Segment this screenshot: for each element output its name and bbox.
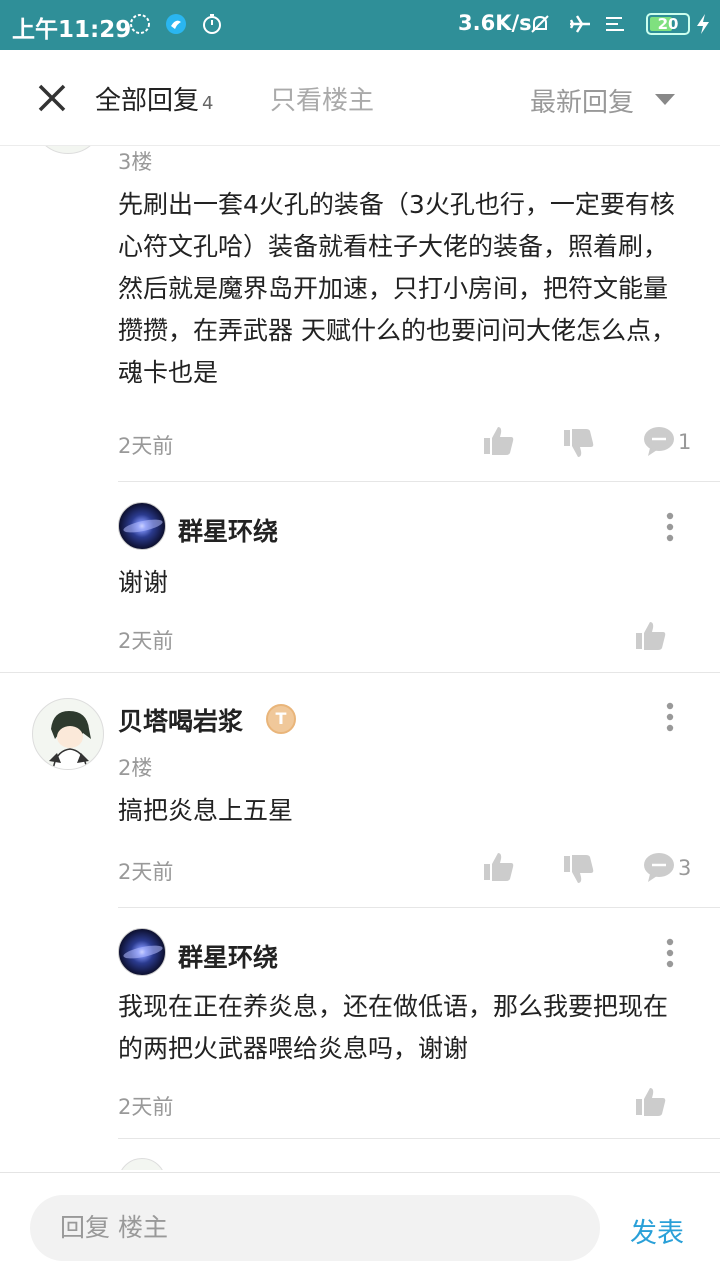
battery-level: 20 [657, 15, 679, 33]
charging-icon [697, 14, 709, 34]
avatar[interactable] [32, 146, 104, 154]
chevron-down-icon[interactable] [655, 94, 675, 105]
thumbs-up-icon[interactable] [482, 424, 516, 458]
comment-icon[interactable] [642, 424, 676, 458]
more-vertical-icon[interactable] [666, 702, 674, 732]
comment-text: 搞把炎息上五星 [118, 796, 294, 825]
close-icon[interactable] [34, 80, 70, 116]
comment-time: 2天前 [118, 860, 174, 884]
comments-header: 全部回复 4 只看楼主 最新回复 [0, 50, 720, 146]
net-speed: 3.6K/s [458, 11, 532, 35]
avatar[interactable] [118, 1158, 166, 1170]
status-time: 上午11:29 [12, 17, 132, 43]
comment-time: 2天前 [118, 434, 174, 458]
comment-icon[interactable] [642, 850, 676, 884]
divider [0, 672, 720, 673]
mute-bell-icon [531, 15, 549, 33]
avatar[interactable] [118, 928, 166, 976]
more-vertical-icon[interactable] [666, 512, 674, 542]
tab-all-label: 全部回复 [95, 86, 200, 116]
tab-all-replies[interactable]: 全部回复 4 [95, 80, 213, 117]
sort-dropdown[interactable]: 最新回复 [530, 82, 634, 119]
reply-count: 3 [678, 856, 692, 880]
reply-time: 2天前 [118, 629, 174, 653]
divider [118, 907, 720, 908]
thumbs-up-icon[interactable] [482, 850, 516, 884]
thumbs-up-icon[interactable] [634, 1085, 668, 1119]
status-bar: 上午11:29 3.6K/s 20 [0, 0, 720, 50]
comment-text: 先刷出一套4火孔的装备（3火孔也行，一定要有核心符文孔哈）装备就看柱子大佬的装备… [118, 190, 676, 387]
reply-text: 谢谢 [118, 568, 169, 597]
divider [118, 481, 720, 482]
avatar[interactable] [118, 502, 166, 550]
battery-icon: 20 [646, 13, 690, 35]
thumbs-down-icon[interactable] [562, 852, 596, 886]
thumbs-up-icon[interactable] [634, 619, 668, 653]
avatar-illustration [49, 711, 91, 769]
tab-op-only[interactable]: 只看楼主 [270, 80, 374, 117]
reply-text: 我现在正在养炎息，还在做低语，那么我要把现在的两把火武器喂给炎息吗，谢谢 [118, 992, 669, 1063]
timer-icon [203, 14, 221, 34]
reply-bar: 回复 楼主 发表 [0, 1172, 720, 1280]
username[interactable]: 群星环绕 [178, 938, 278, 974]
tab-all-count: 4 [202, 93, 214, 114]
post-button[interactable]: 发表 [630, 1211, 684, 1250]
reply-input[interactable]: 回复 楼主 [30, 1195, 600, 1261]
signal-icon [606, 17, 624, 31]
bird-icon [166, 14, 186, 34]
comment-list: 3楼 先刷出一套4火孔的装备（3火孔也行，一定要有核心符文孔哈）装备就看柱子大佬… [0, 146, 720, 1170]
airplane-icon [569, 15, 590, 33]
reply-time: 2天前 [118, 1095, 174, 1119]
floor-number: 2楼 [118, 756, 153, 780]
divider [118, 1138, 720, 1139]
floor-number: 3楼 [118, 150, 153, 174]
more-vertical-icon[interactable] [666, 938, 674, 968]
thumbs-down-icon[interactable] [562, 426, 596, 460]
reply-count: 1 [678, 430, 692, 454]
level-badge: T [266, 704, 296, 734]
avatar[interactable] [32, 698, 104, 770]
comments-sheet: 全部回复 4 只看楼主 最新回复 3楼 先刷出一套4火孔的装备（3火孔也行，一定要… [0, 50, 720, 1280]
username[interactable]: 群星环绕 [178, 512, 278, 548]
username[interactable]: 贝塔喝岩浆 [118, 702, 243, 738]
circle-icon [130, 14, 150, 34]
